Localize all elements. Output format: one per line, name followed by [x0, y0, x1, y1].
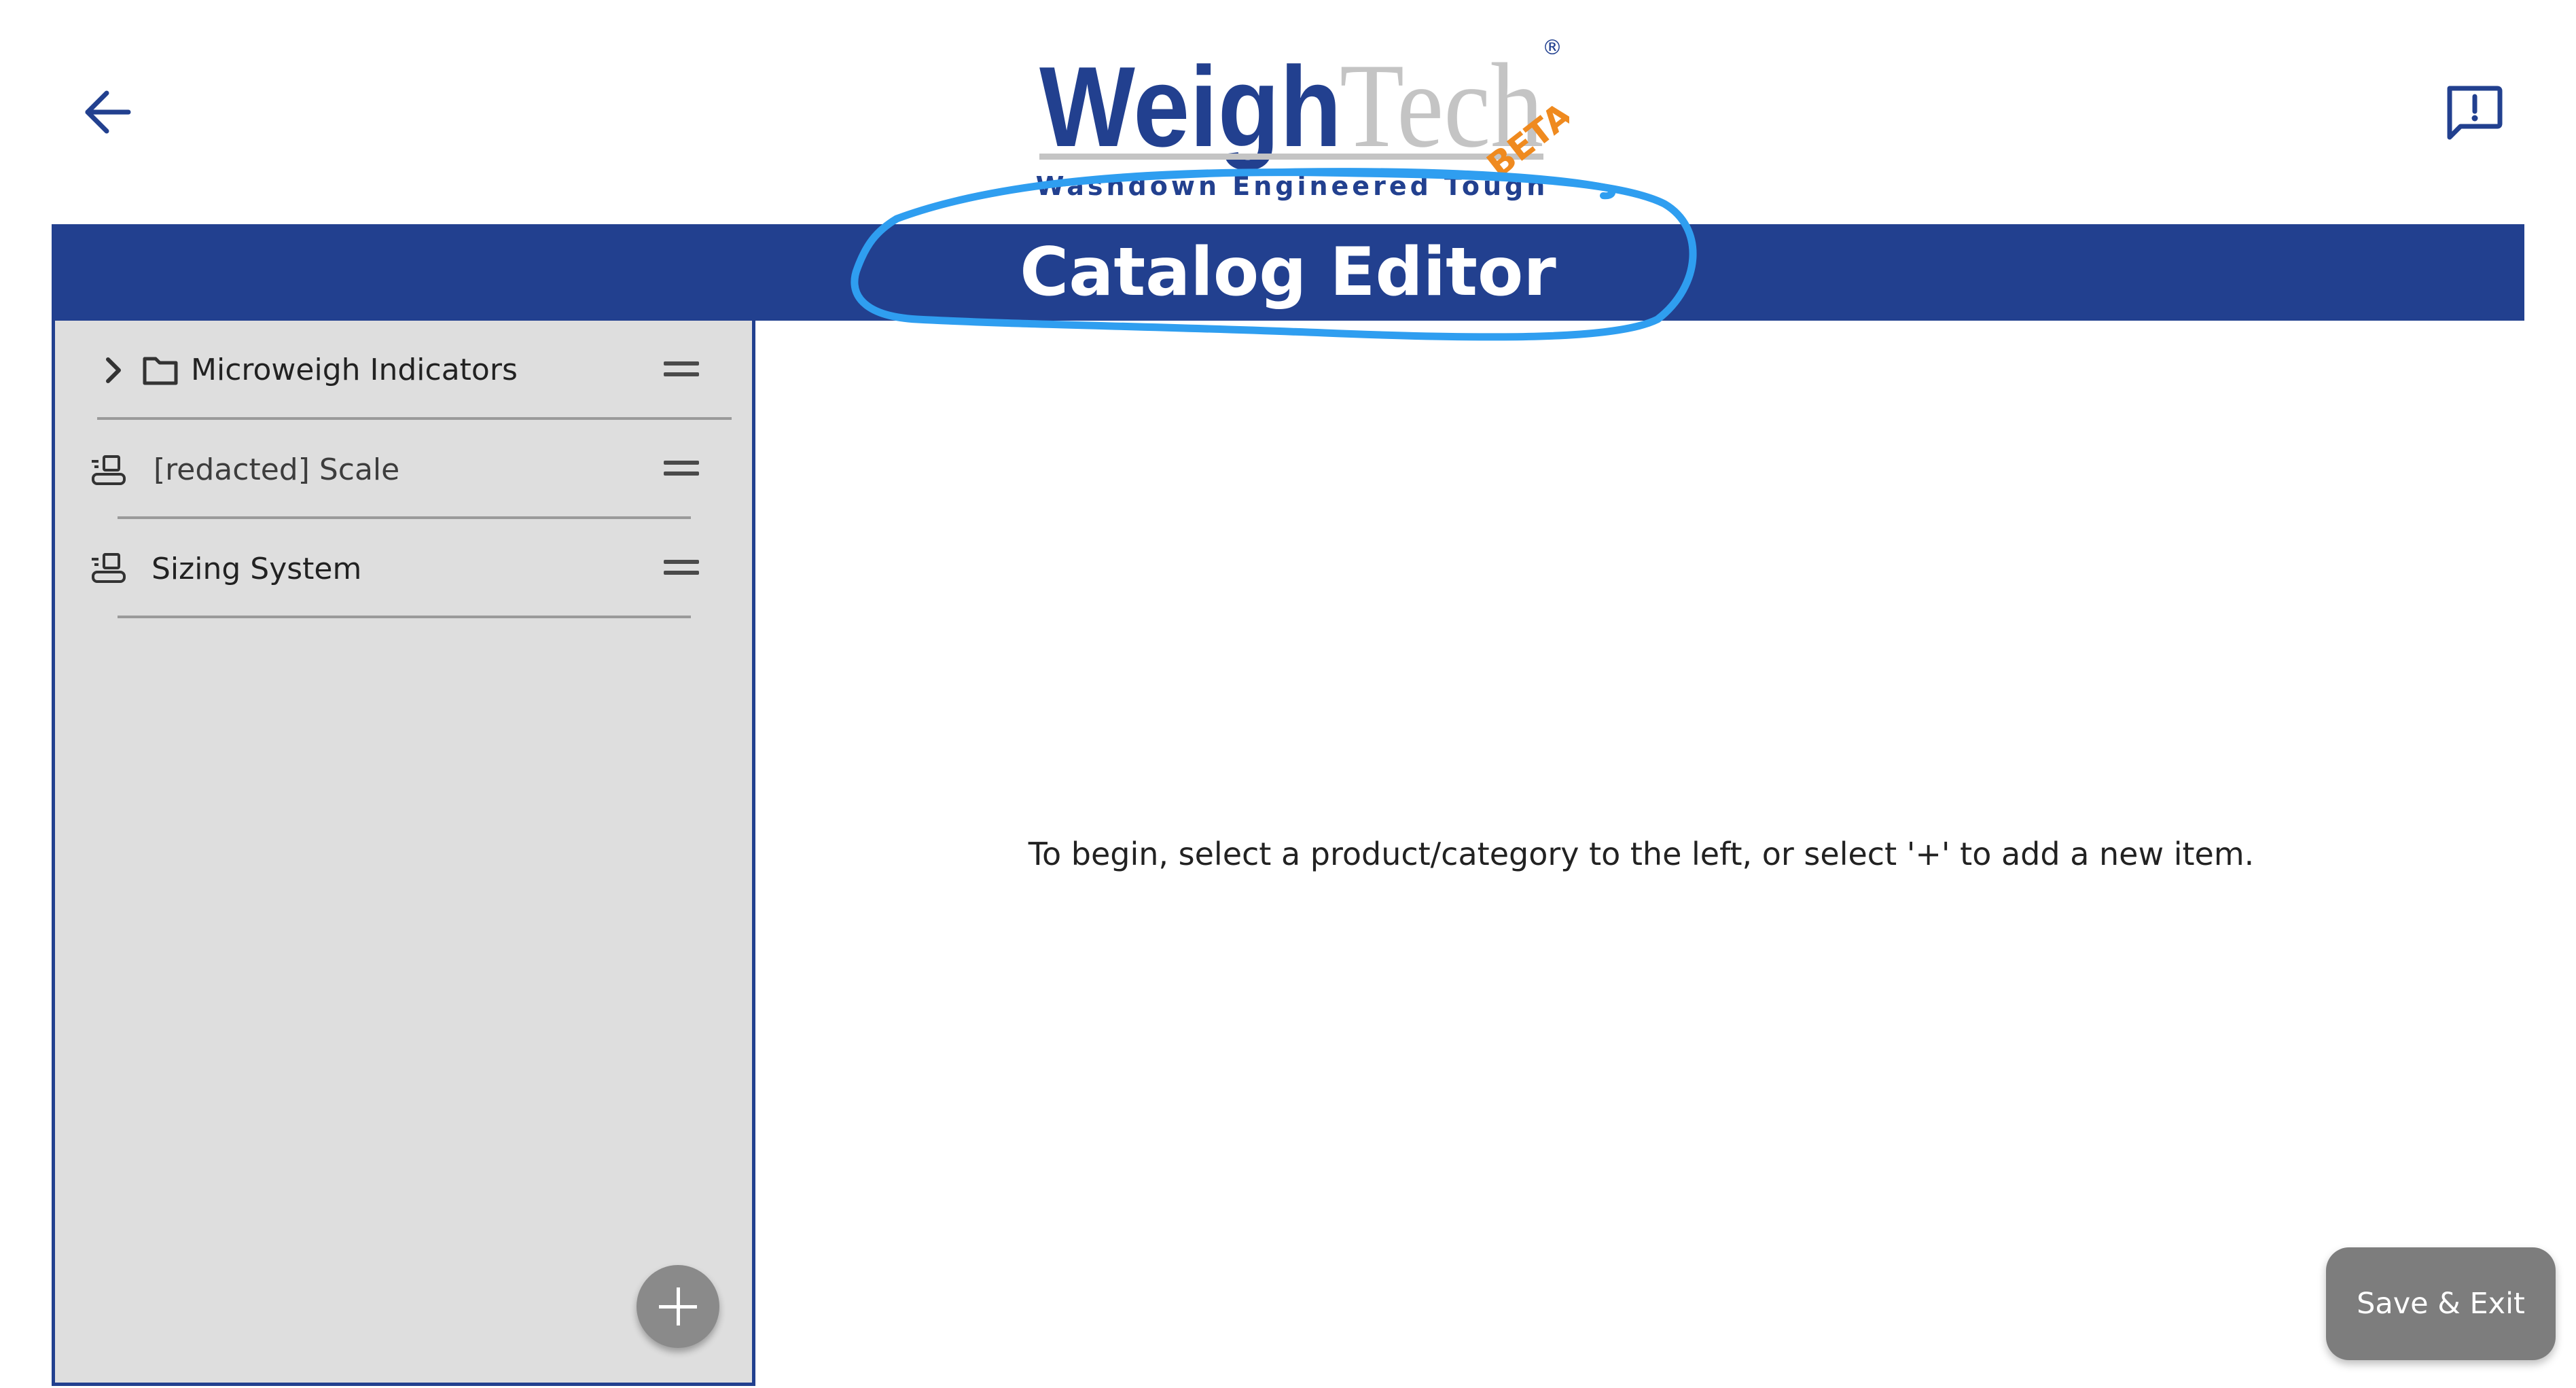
drag-handle-icon[interactable] — [664, 560, 699, 576]
catalog-editor-page: Weigh Tech ® BETA Washdown Engineered To… — [0, 0, 2576, 1388]
arrow-left-icon — [85, 90, 131, 134]
chevron-right-icon[interactable] — [103, 356, 124, 385]
feedback-chat-icon — [2447, 86, 2503, 140]
folder-icon — [143, 357, 178, 385]
add-item-button[interactable] — [637, 1265, 719, 1348]
drag-handle-icon[interactable] — [664, 461, 699, 477]
sidebar-item-sizing-system[interactable]: Sizing System — [55, 519, 752, 618]
product-scale-icon — [92, 455, 126, 485]
page-title: Catalog Editor — [1020, 234, 1556, 311]
save-exit-button[interactable]: Save & Exit — [2326, 1247, 2556, 1360]
back-button[interactable] — [78, 82, 139, 143]
logo-brand-primary: Weigh — [1039, 43, 1342, 171]
product-scale-icon — [92, 553, 126, 583]
logo-tagline: Washdown Engineered Tough — [1036, 171, 1549, 201]
feedback-button[interactable] — [2440, 80, 2507, 147]
sidebar-item-label: Sizing System — [151, 552, 362, 586]
logo-registered-mark: ® — [1542, 36, 1562, 60]
sidebar-item-redacted-scale[interactable]: [redacted] Scale — [55, 420, 752, 519]
sidebar-item-label: Microweigh Indicators — [191, 353, 518, 387]
sidebar-item-label: [redacted] Scale — [154, 452, 400, 487]
catalog-sidebar: Microweigh Indicators [redacted] Scale S… — [52, 321, 755, 1386]
title-bar: Catalog Editor — [52, 224, 2524, 321]
empty-state-instruction: To begin, select a product/category to t… — [1028, 836, 2255, 872]
sidebar-item-microweigh-indicators[interactable]: Microweigh Indicators — [55, 321, 752, 420]
divider — [118, 616, 691, 618]
drag-handle-icon[interactable] — [664, 361, 699, 378]
weightech-logo: Weigh Tech ® BETA Washdown Engineered To… — [1026, 34, 1580, 204]
